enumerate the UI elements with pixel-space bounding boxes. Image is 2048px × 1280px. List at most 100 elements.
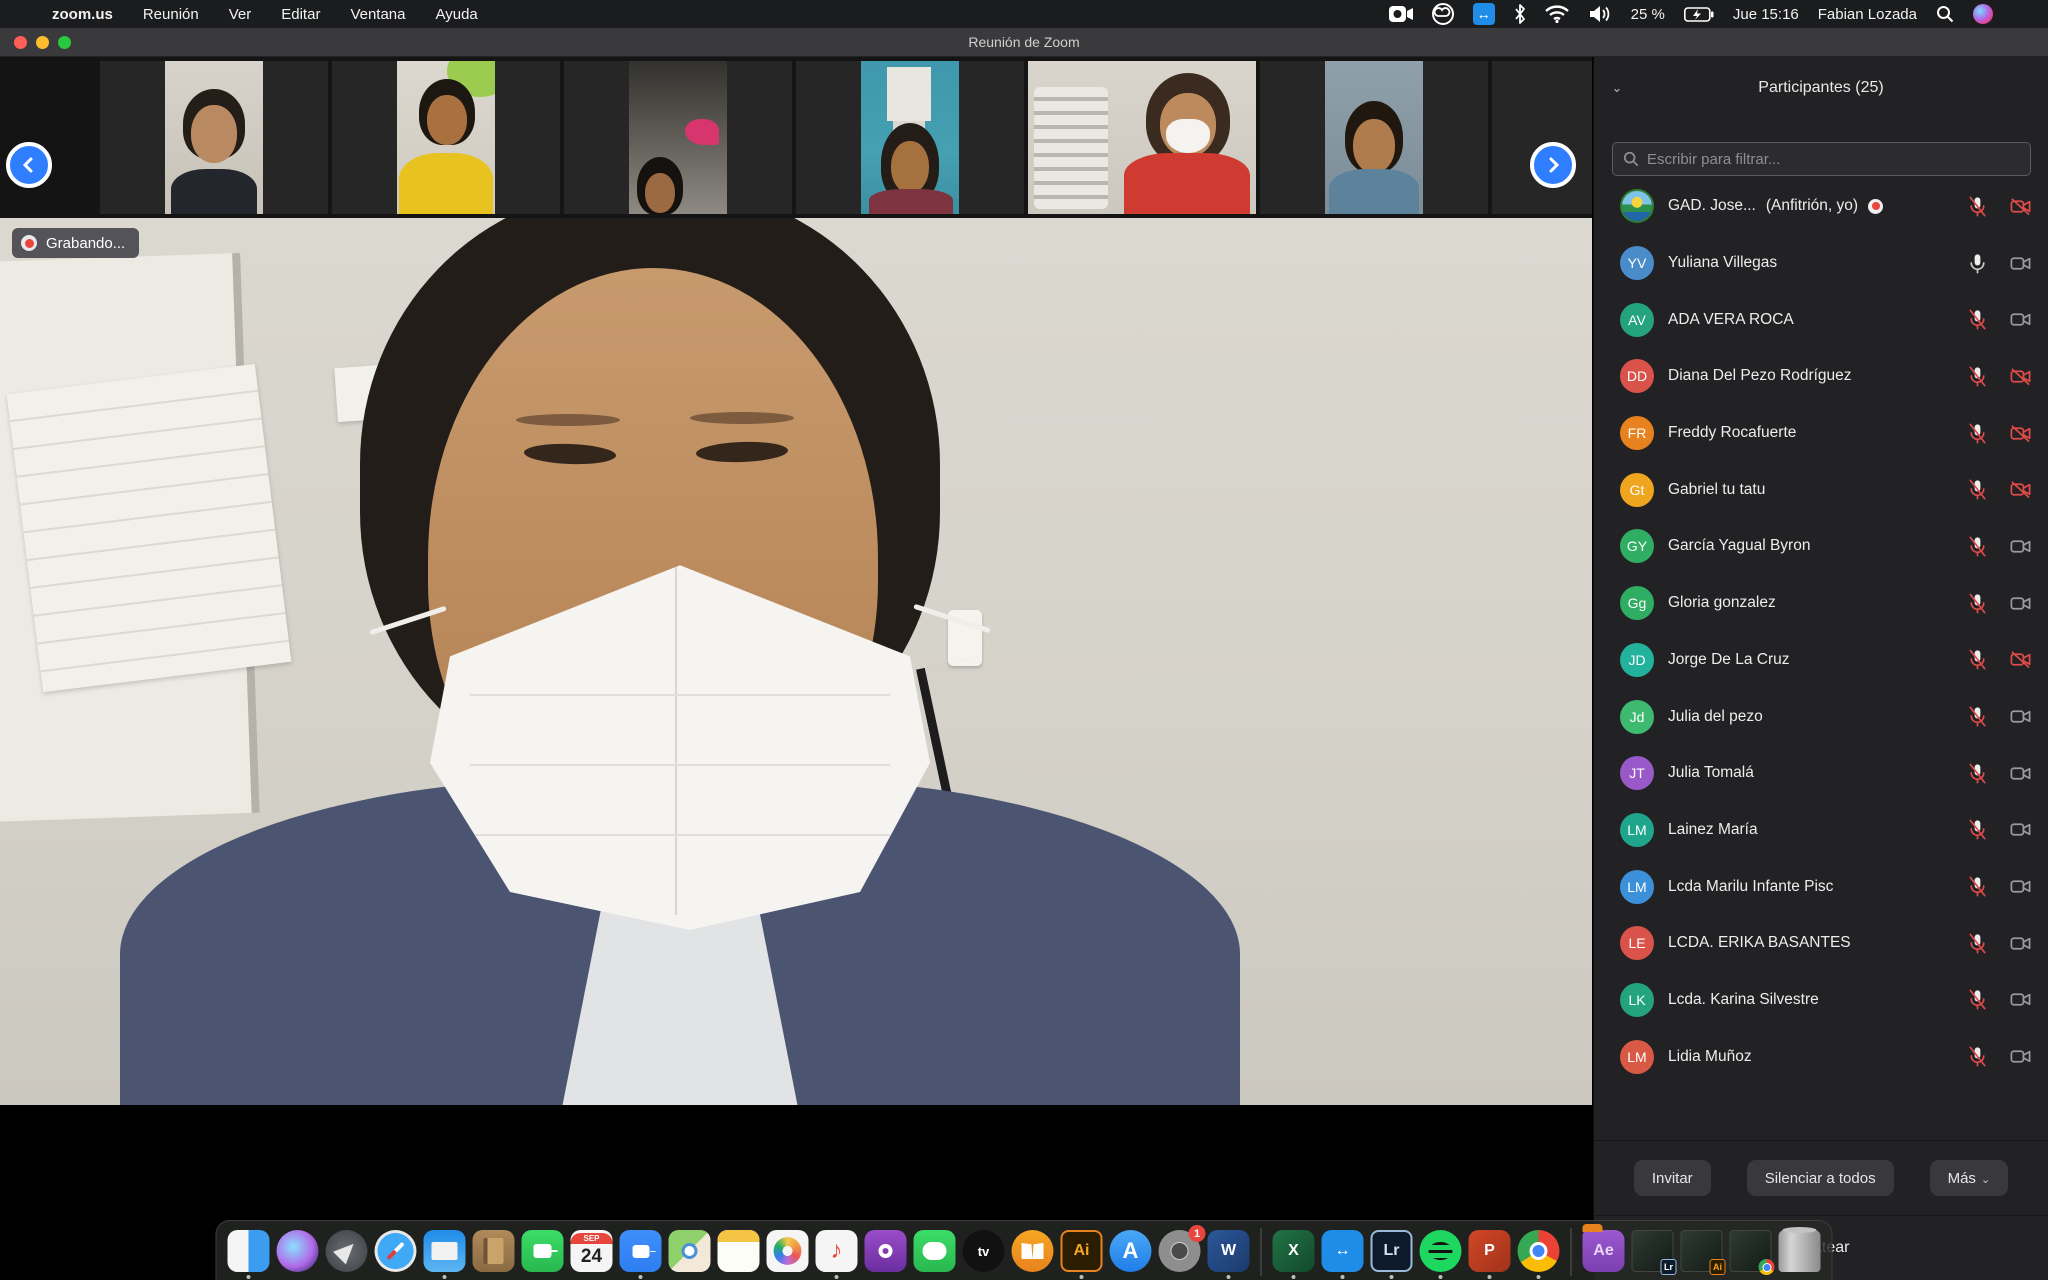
dock-item-teamviewer[interactable]: ↔	[1321, 1226, 1365, 1276]
dock-item-chrome[interactable]	[1517, 1226, 1561, 1276]
dock-item-spotify[interactable]	[1419, 1226, 1463, 1276]
participant-video-thumbnail[interactable]	[629, 61, 727, 214]
participant-row[interactable]: LM Lcda Marilu Infante Pisc	[1594, 858, 2048, 915]
dock-item-excel[interactable]: X	[1272, 1226, 1316, 1276]
screen-recording-icon[interactable]	[1389, 5, 1413, 23]
dock-item-mail[interactable]	[423, 1226, 467, 1276]
dock-item-finder[interactable]	[227, 1226, 271, 1276]
camera-status-icon[interactable]	[2009, 308, 2032, 331]
notification-center-icon[interactable]	[2012, 7, 2032, 21]
menu-item-reunin[interactable]: Reunión	[143, 6, 199, 23]
dock-item-contacts[interactable]	[472, 1226, 516, 1276]
dock-item-sysprefs[interactable]: 1	[1158, 1226, 1202, 1276]
dock-item-photos[interactable]	[766, 1226, 810, 1276]
participant-row[interactable]: Gg Gloria gonzalez	[1594, 575, 2048, 632]
mic-status-icon[interactable]	[1966, 932, 1989, 955]
camera-status-icon[interactable]	[2009, 592, 2032, 615]
camera-status-icon[interactable]	[2009, 762, 2032, 785]
mute-all-button[interactable]: Silenciar a todos	[1747, 1160, 1894, 1196]
dock-item-messages[interactable]	[913, 1226, 957, 1276]
mic-status-icon[interactable]	[1966, 818, 1989, 841]
dock-item-facetime[interactable]	[521, 1226, 565, 1276]
collapse-participants-chevron-icon[interactable]: ⌄	[1594, 80, 1640, 96]
camera-status-icon[interactable]	[2009, 988, 2032, 1011]
teamviewer-status-icon[interactable]: ↔	[1473, 3, 1495, 25]
camera-status-icon[interactable]	[2009, 195, 2032, 218]
participant-row[interactable]: LK Lcda. Karina Silvestre	[1594, 972, 2048, 1029]
camera-status-icon[interactable]	[2009, 1045, 2032, 1068]
volume-icon[interactable]	[1588, 5, 1612, 23]
dock-item-trash[interactable]	[1778, 1226, 1822, 1276]
bluetooth-icon[interactable]	[1514, 4, 1526, 24]
camera-status-icon[interactable]	[2009, 365, 2032, 388]
participant-video-thumbnail[interactable]	[165, 61, 263, 214]
siri-icon[interactable]	[1973, 4, 1993, 24]
mic-status-icon[interactable]	[1966, 648, 1989, 671]
wifi-icon[interactable]	[1545, 5, 1569, 23]
participant-row[interactable]: GY García Yagual Byron	[1594, 518, 2048, 575]
battery-icon[interactable]	[1684, 7, 1714, 22]
camera-status-icon[interactable]	[2009, 818, 2032, 841]
minimize-window-button[interactable]	[36, 36, 49, 49]
dock-item-minwin[interactable]: Ai	[1680, 1226, 1724, 1276]
close-window-button[interactable]	[14, 36, 27, 49]
mic-status-icon[interactable]	[1966, 875, 1989, 898]
participant-row[interactable]: YV Yuliana Villegas	[1594, 235, 2048, 292]
camera-status-icon[interactable]	[2009, 932, 2032, 955]
menu-item-ventana[interactable]: Ventana	[350, 6, 405, 23]
dock-item-zoom[interactable]	[619, 1226, 663, 1276]
mic-status-icon[interactable]	[1966, 308, 1989, 331]
dock-item-minwin[interactable]: Lr	[1631, 1226, 1675, 1276]
dock-item-appstore[interactable]: A	[1109, 1226, 1153, 1276]
creative-cloud-icon[interactable]	[1432, 3, 1454, 25]
camera-status-icon[interactable]	[2009, 478, 2032, 501]
camera-status-icon[interactable]	[2009, 705, 2032, 728]
mic-status-icon[interactable]	[1966, 535, 1989, 558]
participant-row[interactable]: JD Jorge De La Cruz	[1594, 632, 2048, 689]
dock-item-minwin[interactable]	[1729, 1226, 1773, 1276]
dock-item-notes[interactable]	[717, 1226, 761, 1276]
invite-button[interactable]: Invitar	[1634, 1160, 1711, 1196]
camera-status-icon[interactable]	[2009, 252, 2032, 275]
menu-item-ver[interactable]: Ver	[229, 6, 252, 23]
participant-row[interactable]: JT Julia Tomalá	[1594, 745, 2048, 802]
participant-list[interactable]: GAD. Jose... (Anfitrión, yo) YV	[1594, 178, 2048, 1140]
menu-item-ayuda[interactable]: Ayuda	[436, 6, 478, 23]
dock-item-aefolder[interactable]: Ae	[1582, 1226, 1626, 1276]
dock-item-powerpoint[interactable]: P	[1468, 1226, 1512, 1276]
zoom-window-button[interactable]	[58, 36, 71, 49]
mic-status-icon[interactable]	[1966, 252, 1989, 275]
participant-video-thumbnail[interactable]	[1325, 61, 1423, 214]
dock-item-books[interactable]	[1011, 1226, 1055, 1276]
dock-item-word[interactable]: W	[1207, 1226, 1251, 1276]
participant-row[interactable]: Jd Julia del pezo	[1594, 688, 2048, 745]
fast-user-switch[interactable]: Fabian Lozada	[1818, 6, 1917, 23]
participant-row[interactable]: AV ADA VERA ROCA	[1594, 291, 2048, 348]
participant-filter-input[interactable]: Escribir para filtrar...	[1612, 142, 2031, 176]
dock-item-launchpad[interactable]	[325, 1226, 369, 1276]
dock-item-appletv[interactable]: tv	[962, 1226, 1006, 1276]
camera-status-icon[interactable]	[2009, 648, 2032, 671]
mic-status-icon[interactable]	[1966, 988, 1989, 1011]
dock-item-siri[interactable]	[276, 1226, 320, 1276]
mic-status-icon[interactable]	[1966, 705, 1989, 728]
participant-video-thumbnail[interactable]	[1028, 61, 1256, 214]
participant-row[interactable]: LM Lidia Muñoz	[1594, 1028, 2048, 1085]
participant-row[interactable]: Gt Gabriel tu tatu	[1594, 461, 2048, 518]
previous-videos-button[interactable]	[6, 142, 52, 188]
participant-video-thumbnail[interactable]	[861, 61, 959, 214]
menu-item-zoomus[interactable]: zoom.us	[52, 6, 113, 23]
spotlight-search-icon[interactable]	[1936, 5, 1954, 23]
dock-item-music[interactable]: ♪	[815, 1226, 859, 1276]
dock-item-maps[interactable]	[668, 1226, 712, 1276]
menu-item-editar[interactable]: Editar	[281, 6, 320, 23]
dock-item-lightroom[interactable]: Lr	[1370, 1226, 1414, 1276]
camera-status-icon[interactable]	[2009, 875, 2032, 898]
dock-item-podcasts[interactable]	[864, 1226, 908, 1276]
next-videos-button[interactable]	[1530, 142, 1576, 188]
dock-item-illustrator[interactable]: Ai	[1060, 1226, 1104, 1276]
participant-row[interactable]: LM Lainez María	[1594, 802, 2048, 859]
mic-status-icon[interactable]	[1966, 422, 1989, 445]
participant-video-thumbnail[interactable]	[397, 61, 495, 214]
participant-row[interactable]: LE LCDA. ERIKA BASANTES	[1594, 915, 2048, 972]
